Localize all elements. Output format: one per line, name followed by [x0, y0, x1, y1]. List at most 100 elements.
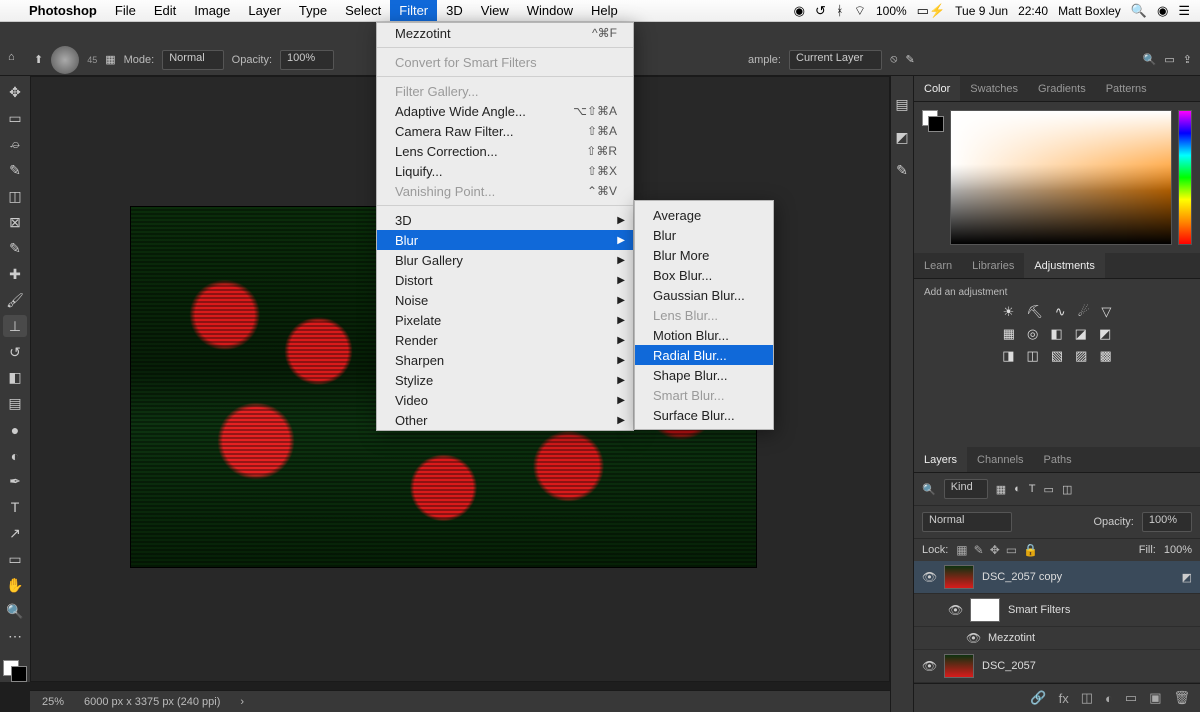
tab-learn[interactable]: Learn [914, 253, 962, 278]
blend-mode-select[interactable]: Normal [162, 50, 223, 70]
tab-channels[interactable]: Channels [967, 447, 1033, 472]
filter-last[interactable]: Mezzotint ^⌘F [377, 23, 633, 43]
filter-smart-icon[interactable]: ◫ [1062, 483, 1072, 496]
filter-item-sharpen[interactable]: Sharpen▶ [377, 350, 633, 370]
rectangle-tool-icon[interactable]: ▭ [3, 548, 27, 570]
group-icon[interactable]: ▭ [1125, 690, 1137, 706]
menu-type[interactable]: Type [290, 0, 336, 21]
filter-item-render[interactable]: Render▶ [377, 330, 633, 350]
menu-3d[interactable]: 3D [437, 0, 472, 21]
layer-filter-kind[interactable]: Kind [944, 479, 988, 499]
gradient-tool-icon[interactable]: ▤ [3, 393, 27, 415]
tab-gradients[interactable]: Gradients [1028, 76, 1096, 101]
blur-item-blur[interactable]: Blur [635, 225, 773, 245]
menu-time[interactable]: 22:40 [1018, 4, 1048, 18]
color-swatch[interactable] [3, 660, 27, 682]
tab-layers[interactable]: Layers [914, 447, 967, 472]
visibility-icon[interactable]: 👁 [922, 659, 936, 673]
filter-item-3d[interactable]: 3D▶ [377, 210, 633, 230]
layer-name[interactable]: DSC_2057 [982, 660, 1036, 672]
lock-transparency-icon[interactable]: ▦ [956, 543, 967, 557]
posterize-icon[interactable]: ◫ [1027, 348, 1039, 364]
frame-tool-icon[interactable]: ⊠ [3, 212, 27, 234]
adjustment-layer-icon[interactable]: ◐ [1105, 691, 1113, 706]
filter-item[interactable]: Adaptive Wide Angle...⌥⇧⌘A [377, 101, 633, 121]
tab-paths[interactable]: Paths [1034, 447, 1082, 472]
delete-layer-icon[interactable]: 🗑 [1173, 690, 1190, 706]
layer-row[interactable]: 👁 DSC_2057 [914, 650, 1200, 683]
type-tool-icon[interactable]: T [3, 497, 27, 519]
fg-bg-swatch[interactable] [922, 110, 944, 132]
marquee-tool-icon[interactable]: ▭ [3, 108, 27, 130]
layer-thumb[interactable] [944, 654, 974, 678]
layer-blend-mode[interactable]: Normal [922, 512, 1012, 532]
bw-icon[interactable]: ◧ [1050, 326, 1062, 342]
screenrec-icon[interactable]: ◉ [794, 3, 805, 19]
quick-select-tool-icon[interactable]: ✎ [3, 160, 27, 182]
brushes-panel-icon[interactable]: ✎ [896, 162, 908, 179]
filter-item-blur[interactable]: Blur▶ [377, 230, 633, 250]
menu-app[interactable]: Photoshop [20, 0, 106, 21]
levels-icon[interactable]: ⛏ [1026, 304, 1043, 320]
gradientmap-icon[interactable]: ▨ [1075, 348, 1087, 364]
blur-item-motion-blur[interactable]: Motion Blur... [635, 325, 773, 345]
filter-adjust-icon[interactable]: ◐ [1014, 483, 1021, 495]
filter-type-icon[interactable]: T [1029, 483, 1036, 495]
home-icon[interactable]: ⌂ [8, 51, 26, 69]
invert-icon[interactable]: ◨ [1002, 348, 1014, 364]
exposure-icon[interactable]: ☄ [1078, 304, 1090, 320]
layer-row[interactable]: 👁 Mezzotint [914, 627, 1200, 650]
brush-preview-icon[interactable] [51, 46, 79, 74]
workspace-icon[interactable]: ▭ [1164, 53, 1174, 66]
blur-item-radial-blur[interactable]: Radial Blur... [635, 345, 773, 365]
history-brush-tool-icon[interactable]: ↺ [3, 341, 27, 363]
path-tool-icon[interactable]: ↗ [3, 522, 27, 544]
menu-user[interactable]: Matt Boxley [1058, 4, 1121, 18]
bluetooth-icon[interactable]: ᚼ [836, 3, 844, 18]
filter-pixel-icon[interactable]: ▦ [996, 483, 1006, 496]
layer-thumb[interactable] [944, 565, 974, 589]
blur-item-average[interactable]: Average [635, 205, 773, 225]
brush-size-value[interactable]: 45 [87, 55, 97, 65]
tab-swatches[interactable]: Swatches [960, 76, 1028, 101]
menu-date[interactable]: Tue 9 Jun [955, 4, 1008, 18]
lasso-tool-icon[interactable]: ⌮ [3, 134, 27, 156]
crop-tool-icon[interactable]: ◫ [3, 186, 27, 208]
clone-stamp-tool-icon[interactable]: ⊥ [3, 315, 27, 337]
vibrance-icon[interactable]: ▽ [1101, 304, 1111, 320]
zoom-tool-icon[interactable]: 🔍 [3, 600, 27, 622]
filter-search-icon[interactable]: 🔍 [922, 483, 936, 496]
filter-item-stylize[interactable]: Stylize▶ [377, 370, 633, 390]
blur-tool-icon[interactable]: ● [3, 419, 27, 441]
menu-window[interactable]: Window [518, 0, 582, 21]
move-tool-icon[interactable]: ✥ [3, 82, 27, 104]
ignore-adjustment-icon[interactable]: ⦸ [890, 53, 897, 66]
tab-color[interactable]: Color [914, 76, 960, 101]
layer-fx-icon[interactable]: fx [1059, 691, 1069, 706]
filter-item[interactable]: Lens Correction...⇧⌘R [377, 141, 633, 161]
layer-opacity[interactable]: 100% [1142, 512, 1192, 532]
filter-item[interactable]: Liquify...⇧⌘X [377, 161, 633, 181]
brush-panel-icon[interactable]: ▦ [105, 53, 115, 66]
curves-icon[interactable]: ∿ [1055, 304, 1066, 320]
lock-pixels-icon[interactable]: ✎ [974, 543, 984, 557]
properties-panel-icon[interactable]: ◩ [895, 129, 908, 146]
channelmixer-icon[interactable]: ◩ [1099, 326, 1111, 342]
menu-image[interactable]: Image [185, 0, 239, 21]
selectivecolor-icon[interactable]: ▩ [1099, 348, 1111, 364]
visibility-icon[interactable]: 👁 [922, 570, 936, 584]
menu-select[interactable]: Select [336, 0, 390, 21]
timemachine-icon[interactable]: ↺ [815, 3, 826, 19]
siri-icon[interactable]: ◉ [1157, 3, 1168, 19]
status-chevron-icon[interactable]: › [240, 696, 244, 708]
filter-mask-thumb[interactable] [970, 598, 1000, 622]
tab-adjustments[interactable]: Adjustments [1024, 253, 1105, 278]
filter-item-video[interactable]: Video▶ [377, 390, 633, 410]
lock-all-icon[interactable]: 🔒 [1023, 543, 1038, 557]
notification-center-icon[interactable]: ☰ [1178, 3, 1190, 19]
filter-item[interactable]: Camera Raw Filter...⇧⌘A [377, 121, 633, 141]
layer-row[interactable]: 👁 Smart Filters [914, 594, 1200, 627]
filter-item-blur-gallery[interactable]: Blur Gallery▶ [377, 250, 633, 270]
visibility-icon[interactable]: 👁 [948, 603, 962, 617]
healing-tool-icon[interactable]: ✚ [3, 263, 27, 285]
